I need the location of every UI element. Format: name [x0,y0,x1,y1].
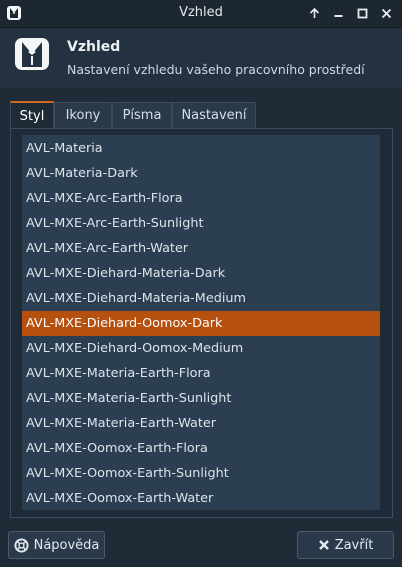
close-window-icon[interactable] [377,4,395,22]
tuxedo-icon [15,38,49,70]
list-item[interactable]: AVL-Materia-Dark [22,161,380,186]
tab-pisma[interactable]: Písma [112,102,172,128]
maximize-icon[interactable] [353,4,371,22]
list-item[interactable]: AVL-MXE-Materia-Earth-Flora [22,361,380,386]
lifebuoy-icon [14,537,29,553]
list-item[interactable]: AVL-MXE-Oomox-Earth-Water [22,486,380,510]
page-title: Vzhled [67,39,121,55]
x-icon [318,540,329,550]
style-list[interactable]: AVL-Materia AVL-Materia-Dark AVL-MXE-Arc-E… [22,135,380,510]
close-button-label: Zavřít [334,537,374,553]
list-item[interactable]: AVL-Materia [22,136,380,161]
keep-above-icon[interactable] [305,4,323,22]
list-item[interactable]: AVL-MXE-Diehard-Oomox-Dark [22,311,380,336]
list-item[interactable]: AVL-MXE-Materia-Earth-Water [22,411,380,436]
list-item[interactable]: AVL-MXE-Diehard-Materia-Medium [22,286,380,311]
list-item[interactable]: AVL-MXE-Oomox-Earth-Flora [22,436,380,461]
tab-styl[interactable]: Styl [10,101,54,129]
tab-nastaveni[interactable]: Nastavení [172,102,256,128]
list-item[interactable]: AVL-MXE-Materia-Earth-Sunlight [22,386,380,411]
close-button[interactable]: Zavřít [297,531,394,559]
tab-ikony[interactable]: Ikony [54,102,112,128]
list-item[interactable]: AVL-MXE-Diehard-Oomox-Medium [22,336,380,361]
page-subtitle: Nastavení vzhledu vašeho pracovního pros… [67,62,365,77]
dialog-header: Vzhled Nastavení vzhledu vašeho pracovní… [0,28,402,88]
minimize-icon[interactable] [329,4,347,22]
list-item[interactable]: AVL-MXE-Arc-Earth-Water [22,236,380,261]
help-button[interactable]: Nápověda [8,531,105,559]
list-item[interactable]: AVL-MXE-Oomox-Earth-Sunlight [22,461,380,486]
help-button-label: Nápověda [33,537,100,553]
list-item[interactable]: AVL-MXE-Arc-Earth-Sunlight [22,211,380,236]
title-bar: Vzhled [0,0,402,28]
list-item[interactable]: AVL-MXE-Arc-Earth-Flora [22,186,380,211]
list-item[interactable]: AVL-MXE-Diehard-Materia-Dark [22,261,380,286]
